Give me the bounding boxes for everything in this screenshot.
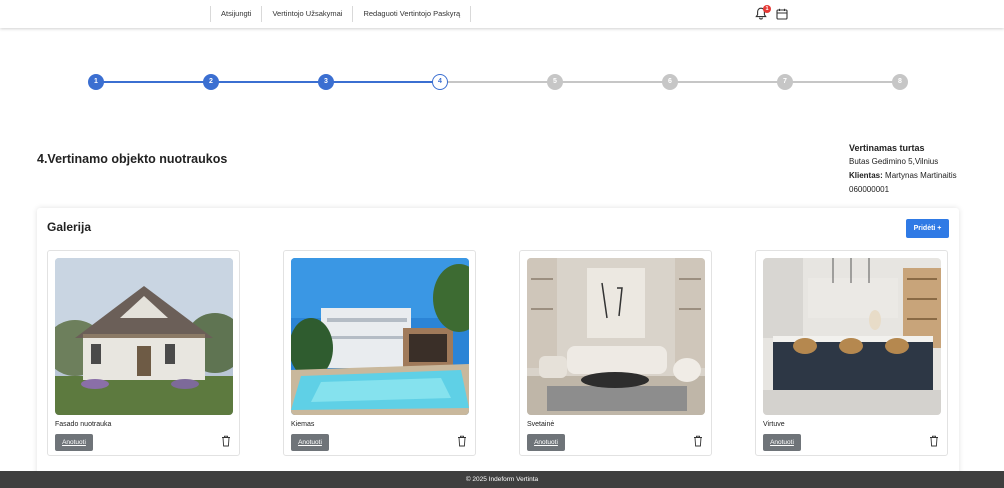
photo-caption: Fasado nuotrauka [55, 421, 112, 428]
facade-photo[interactable] [55, 258, 233, 415]
step-2[interactable]: 2 [203, 74, 219, 90]
yard-photo[interactable] [291, 258, 469, 415]
step-3[interactable]: 3 [318, 74, 334, 90]
nav-orders[interactable]: Vertintojo Užsakymai [261, 6, 352, 22]
photo-caption: Virtuve [763, 421, 785, 428]
nav-edit-account[interactable]: Redaguoti Vertintojo Paskyrą [352, 6, 472, 22]
trash-icon[interactable] [929, 435, 939, 447]
property-heading: Vertinamas turtas [849, 143, 925, 153]
photo-card-yard: Kiemas Anotuoti [283, 250, 476, 456]
annotate-button[interactable]: Anotuoti [527, 434, 565, 451]
client-label: Klientas: [849, 171, 883, 180]
step-1[interactable]: 1 [88, 74, 104, 90]
main-nav: Atsijungti Vertintojo Užsakymai Redaguot… [210, 6, 472, 22]
calendar-icon[interactable] [776, 8, 788, 20]
annotate-button[interactable]: Anotuoti [763, 434, 801, 451]
step-4[interactable]: 4 [432, 74, 448, 90]
page-title: 4.Vertinamo objekto nuotraukos [37, 152, 228, 166]
photo-card-kitchen: Virtuve Anotuoti [755, 250, 948, 456]
step-6[interactable]: 6 [662, 74, 678, 90]
property-info: Vertinamas turtas Butas Gedimino 5,Vilni… [849, 141, 957, 197]
step-7[interactable]: 7 [777, 74, 793, 90]
gallery-title: Galerija [47, 220, 92, 234]
photo-caption: Svetainė [527, 421, 555, 428]
client-phone: 060000001 [849, 185, 890, 194]
step-5[interactable]: 5 [547, 74, 563, 90]
trash-icon[interactable] [457, 435, 467, 447]
annotate-button[interactable]: Anotuoti [291, 434, 329, 451]
living-room-photo[interactable] [527, 258, 705, 415]
client-name: Martynas Martinaitis [885, 171, 957, 180]
gallery-card: Galerija Pridėti + Fasado nuotrauka Anot… [37, 208, 959, 488]
top-navbar: Atsijungti Vertintojo Užsakymai Redaguot… [0, 0, 1004, 28]
step-8[interactable]: 8 [892, 74, 908, 90]
photo-card-facade: Fasado nuotrauka Anotuoti [47, 250, 240, 456]
trash-icon[interactable] [221, 435, 231, 447]
client-row: Klientas: Martynas Martinaitis [849, 169, 957, 183]
annotate-button[interactable]: Anotuoti [55, 434, 93, 451]
trash-icon[interactable] [693, 435, 703, 447]
property-address: Butas Gedimino 5,Vilnius [849, 157, 939, 166]
notification-badge: 1 [763, 5, 771, 13]
photo-caption: Kiemas [291, 421, 315, 428]
add-photo-button[interactable]: Pridėti + [906, 219, 949, 238]
photo-card-living-room: Svetainė Anotuoti [519, 250, 712, 456]
kitchen-photo[interactable] [763, 258, 941, 415]
nav-logout[interactable]: Atsijungti [210, 6, 261, 22]
footer: © 2025 Indeform Vertinta [0, 471, 1004, 488]
stepper-progress-line [96, 81, 440, 83]
